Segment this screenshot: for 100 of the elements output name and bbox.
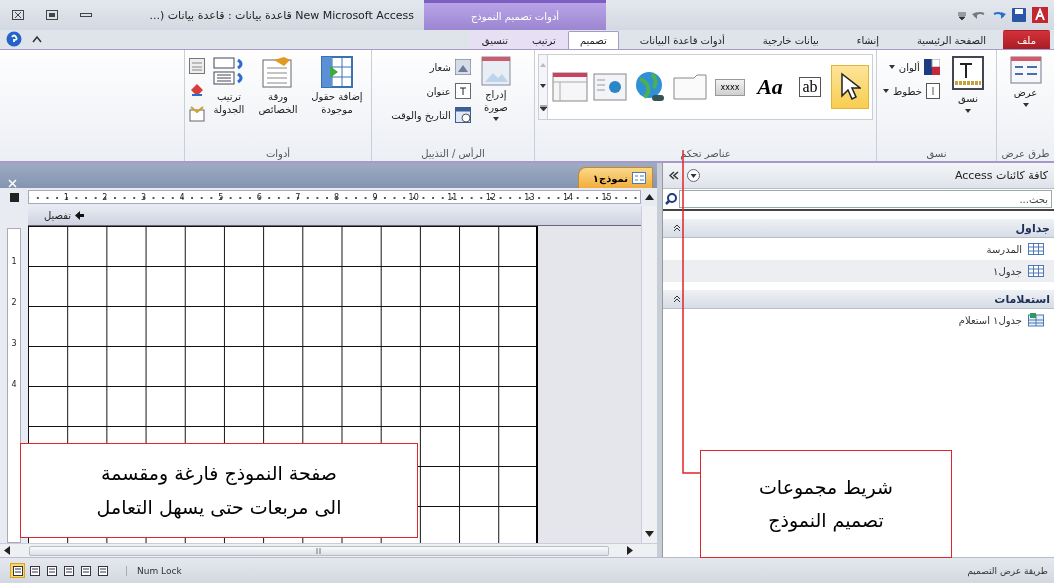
- ruler-number: 11: [446, 192, 459, 202]
- view-icon: [97, 565, 108, 576]
- button-label: إدراج صورة: [482, 89, 509, 114]
- save-icon[interactable]: [1012, 8, 1026, 22]
- ruler-number: 12: [484, 192, 497, 202]
- ruler-number: 2: [11, 298, 17, 309]
- minimize-ribbon-icon[interactable]: [32, 35, 42, 43]
- ribbon-tab[interactable]: بيانات خارجية: [745, 31, 836, 49]
- logo-button[interactable]: شعار: [390, 58, 472, 76]
- view-icon: [63, 565, 74, 576]
- form-view-icon: [1009, 56, 1042, 84]
- ruler-number: 2: [101, 192, 109, 202]
- collapse-pane-icon[interactable]: [669, 171, 679, 180]
- ribbon-tab[interactable]: تصميم: [567, 31, 619, 49]
- scroll-down-icon[interactable]: [645, 531, 654, 537]
- scroll-thumb[interactable]: [28, 545, 609, 556]
- ribbon-tab[interactable]: تنسيق: [469, 31, 520, 49]
- view-button[interactable]: عرض: [1000, 54, 1051, 109]
- ruler-number: 4: [178, 192, 186, 202]
- table-icon: [1028, 265, 1044, 277]
- group-label: نسق: [926, 148, 947, 159]
- app-logo-icon: [1032, 7, 1048, 23]
- textbox-tool[interactable]: ab: [791, 65, 829, 109]
- pointer-tool[interactable]: [831, 65, 869, 109]
- search-icon[interactable]: [665, 193, 677, 205]
- form-tab[interactable]: نموذج١: [577, 167, 653, 188]
- redo-icon[interactable]: [992, 9, 1006, 21]
- collapse-icon: [673, 295, 681, 303]
- view-button[interactable]: [10, 563, 25, 578]
- scroll-left-icon[interactable]: [4, 546, 10, 555]
- ribbon-tab[interactable]: إنشاء: [839, 31, 896, 49]
- ribbon-tab[interactable]: أدوات قاعدة البيانات: [622, 31, 742, 49]
- themes-button[interactable]: نسق: [944, 54, 991, 115]
- caret-icon: [540, 63, 546, 68]
- view-button[interactable]: [44, 563, 59, 578]
- group-header[interactable]: استعلامات: [663, 290, 1054, 309]
- query-icon: [1028, 313, 1044, 327]
- more-icon: [539, 104, 547, 111]
- form-selector-icon[interactable]: [9, 192, 19, 202]
- form-icon: [632, 172, 646, 184]
- status-indicator: Num Lock: [126, 565, 182, 576]
- ruler-number: 3: [11, 339, 17, 350]
- pane-title: كافة كائنات Access: [954, 169, 1048, 182]
- scroll-right-icon[interactable]: [627, 546, 633, 555]
- fonts-button[interactable]: خطوط: [882, 82, 941, 100]
- ruler-number: 8: [332, 192, 340, 202]
- web-browser-icon: [593, 73, 627, 101]
- ruler-number: 3: [139, 192, 148, 202]
- section-bar[interactable]: تفصيل: [28, 206, 641, 226]
- globe-icon: [634, 71, 666, 103]
- button-tool[interactable]: xxxx: [711, 65, 749, 109]
- label-tool[interactable]: Aa: [751, 65, 789, 109]
- ruler-number: 4: [11, 380, 17, 391]
- callout-text: صفحة النموذج فارغة ومقسمة الى مربعات حتى يسهل التعامل: [20, 443, 418, 538]
- undo-icon[interactable]: [972, 9, 986, 21]
- callout-text: شريط مجموعات تصميم النموذج: [700, 450, 952, 558]
- caret-icon: [964, 108, 971, 113]
- add-fields-icon: [321, 56, 353, 88]
- view-icon: [29, 565, 40, 576]
- ribbon-tab[interactable]: الصفحة الرئيسية: [899, 31, 1003, 49]
- view-button[interactable]: [27, 563, 42, 578]
- group-header[interactable]: جداول: [663, 219, 1054, 238]
- tab-order-button[interactable]: ترتيب الجدولة: [209, 54, 249, 118]
- view-button[interactable]: [78, 563, 93, 578]
- insert-image-button[interactable]: إدراج صورة: [475, 54, 516, 123]
- restore-icon[interactable]: [46, 10, 58, 20]
- date-time-button[interactable]: التاريخ والوقت: [390, 106, 472, 124]
- ribbon-tab[interactable]: ترتيب: [519, 31, 568, 49]
- subform-icon[interactable]: [189, 58, 205, 74]
- customize-icon[interactable]: [958, 10, 966, 20]
- dropdown-icon[interactable]: [687, 169, 700, 182]
- add-fields-button[interactable]: إضافة حقول موجودة: [307, 54, 367, 118]
- colors-icon: [923, 59, 940, 75]
- context-tab-header: أدوات تصميم النموذج: [424, 0, 606, 30]
- ruler-number: 6: [255, 192, 263, 202]
- view-button[interactable]: [95, 563, 110, 578]
- ribbon-tab[interactable]: ملف: [1002, 30, 1050, 49]
- scroll-up-icon[interactable]: [644, 194, 654, 200]
- close-icon[interactable]: [12, 10, 24, 20]
- ruler-number: 9: [371, 192, 379, 202]
- group-title: استعلامات: [994, 292, 1050, 306]
- calendar-icon: [454, 107, 471, 123]
- view-name: طريقة عرض التصميم: [967, 565, 1048, 576]
- ruler-number: 14: [561, 192, 575, 202]
- fonts-icon: [925, 83, 940, 99]
- search-field[interactable]: بحث...: [679, 190, 1052, 208]
- horizontal-scrollbar[interactable]: [0, 543, 657, 557]
- vertical-scrollbar[interactable]: [641, 206, 657, 543]
- minimize-icon[interactable]: [80, 10, 92, 20]
- object-item[interactable]: جدول١: [663, 260, 1054, 282]
- ruler-number: 7: [294, 192, 302, 202]
- caret-icon: [492, 117, 499, 121]
- image-icon: [480, 56, 511, 86]
- group-title: جداول: [1015, 221, 1050, 235]
- title-button[interactable]: عنوان: [390, 82, 472, 100]
- view-button[interactable]: [61, 563, 76, 578]
- property-sheet-button[interactable]: ورقة الخصائص: [253, 54, 303, 118]
- colors-button[interactable]: ألوان: [882, 58, 941, 76]
- help-icon[interactable]: [6, 31, 22, 47]
- gallery-scroll[interactable]: [538, 54, 547, 120]
